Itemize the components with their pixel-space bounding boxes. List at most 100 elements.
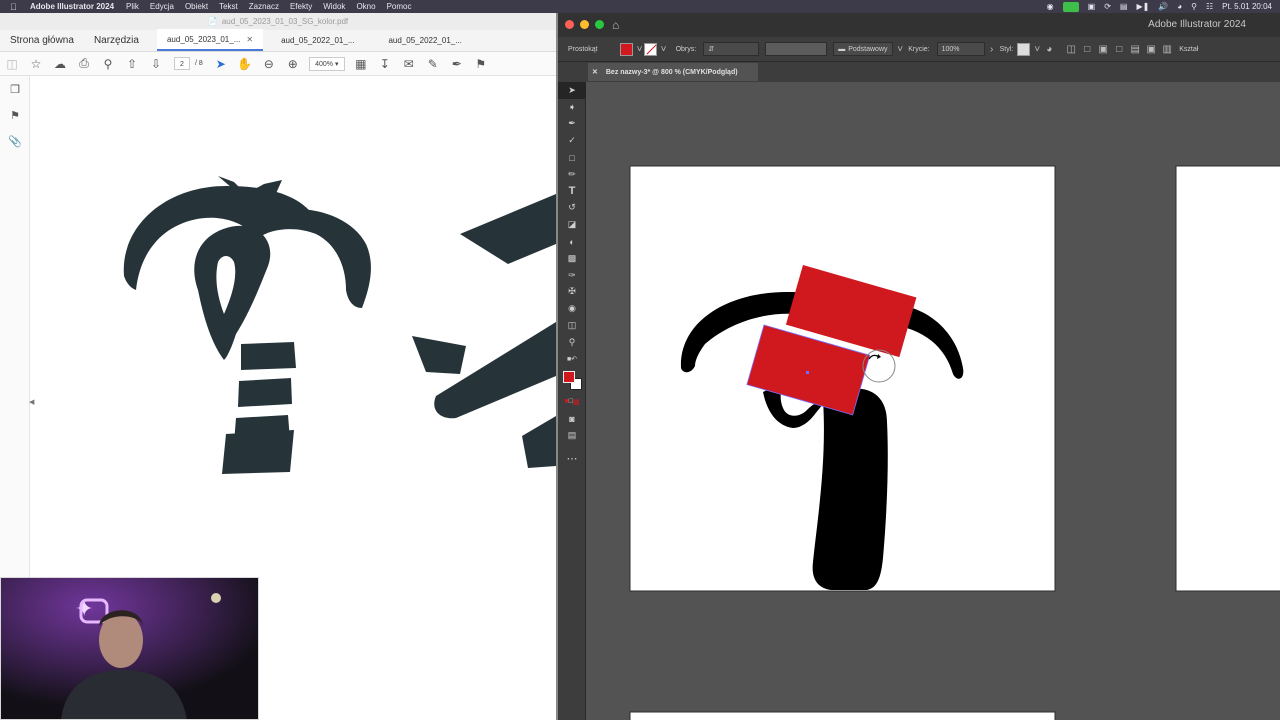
align-bottom-icon[interactable]: ▥ xyxy=(1159,44,1175,55)
curvature-tool-icon[interactable]: ✓ xyxy=(558,132,586,149)
tab-home[interactable]: Strona główna xyxy=(0,29,84,51)
graphic-style-swatch[interactable] xyxy=(1017,42,1031,56)
chevron-down-icon[interactable]: ˅ xyxy=(636,44,644,55)
menu-file[interactable]: Plik xyxy=(126,2,139,11)
comment-icon[interactable]: ✉ xyxy=(397,52,421,76)
gradient-tool-icon[interactable]: ▩ xyxy=(558,250,586,267)
close-document-icon[interactable]: ✕ xyxy=(592,68,598,76)
opacity-field[interactable]: 100% xyxy=(936,42,985,56)
blend-tool-icon[interactable]: ✠ xyxy=(558,284,586,301)
eraser-tool-icon[interactable]: ◪ xyxy=(558,216,586,233)
upload-icon[interactable]: ☁ xyxy=(48,52,72,76)
screen-icon[interactable]: ▣ xyxy=(1088,2,1096,11)
page-number-input[interactable]: 2 xyxy=(174,57,190,70)
align-to-icon[interactable]: ◫ xyxy=(1063,44,1079,55)
shape-label[interactable]: Kształ xyxy=(1179,46,1198,53)
align-left-icon[interactable]: □ xyxy=(1079,44,1095,55)
symbol-sprayer-tool-icon[interactable]: ◉ xyxy=(558,300,586,317)
menu-effect[interactable]: Efekty xyxy=(290,2,312,11)
save-icon[interactable]: ◫ xyxy=(0,52,24,76)
screen-mode-icon[interactable]: ▤ xyxy=(558,427,586,444)
artboard-2[interactable] xyxy=(1175,165,1280,592)
menu-window[interactable]: Okno xyxy=(356,2,375,11)
align-right-icon[interactable]: □ xyxy=(1111,44,1127,55)
menu-type[interactable]: Tekst xyxy=(219,2,238,11)
menu-view[interactable]: Widok xyxy=(323,2,345,11)
stroke-weight-field[interactable]: ⇵ xyxy=(703,42,760,56)
menu-select[interactable]: Zaznacz xyxy=(249,2,279,11)
clock[interactable]: Pt. 5.01 20:04 xyxy=(1222,2,1272,11)
sync-icon[interactable]: ⟳ xyxy=(1104,2,1111,11)
bookmark-icon[interactable]: ⚑ xyxy=(0,102,30,128)
apple-icon[interactable]:  xyxy=(10,2,24,12)
display-icon[interactable]: ▤ xyxy=(1120,2,1128,11)
scroll-mode-icon[interactable]: ↧ xyxy=(373,52,397,76)
close-window-icon[interactable] xyxy=(565,20,574,29)
record-icon[interactable]: ◉ xyxy=(1047,2,1054,11)
highlight-pen-icon[interactable]: ✎ xyxy=(421,52,445,76)
chevron-right-icon[interactable]: › xyxy=(988,44,996,55)
shape-builder-tool-icon[interactable]: ◐ xyxy=(558,233,586,250)
document-tab[interactable]: ✕ Bez nazwy-3* @ 800 % (CMYK/Podgląd) xyxy=(588,63,758,81)
zoom-out-icon[interactable]: ⊖ xyxy=(257,52,281,76)
home-icon[interactable]: ⌂ xyxy=(612,18,619,32)
collapse-panel-icon[interactable]: ◀ xyxy=(29,398,34,406)
chevron-down-icon[interactable]: ˅ xyxy=(896,44,904,55)
thumbnails-icon[interactable]: ❐ xyxy=(0,76,30,102)
app-menu[interactable]: Adobe Illustrator 2024 xyxy=(30,2,114,11)
playback-icon[interactable]: ▶❚ xyxy=(1136,2,1149,11)
fit-page-icon[interactable]: ▦ xyxy=(349,52,373,76)
minimize-window-icon[interactable] xyxy=(580,20,589,29)
eyedropper-tool-icon[interactable]: ✑ xyxy=(558,267,586,284)
print-icon[interactable]: ⎙ xyxy=(72,52,96,76)
menu-edit[interactable]: Edycja xyxy=(150,2,174,11)
align-vcenter-icon[interactable]: ▣ xyxy=(1143,44,1159,55)
stroke-swatch[interactable] xyxy=(643,42,657,56)
tab-document-2[interactable]: aud_05_2022_01_... xyxy=(271,29,364,51)
paintbrush-tool-icon[interactable]: ✏ xyxy=(558,166,586,183)
type-tool-icon[interactable]: T xyxy=(558,183,586,200)
attachment-icon[interactable]: 📎 xyxy=(0,128,30,154)
recolor-icon[interactable]: ◕ xyxy=(1041,44,1057,55)
volume-icon[interactable]: 🔊 xyxy=(1158,2,1168,11)
chevron-down-icon[interactable]: ˅ xyxy=(1033,44,1041,55)
control-center-icon[interactable]: ☷ xyxy=(1206,2,1213,11)
artboard-canvas[interactable] xyxy=(587,82,1280,720)
direct-selection-tool-icon[interactable]: ➧ xyxy=(558,99,586,116)
tab-document-3[interactable]: aud_05_2022_01_... xyxy=(378,29,471,51)
swap-colors-icon[interactable]: ■↶ xyxy=(558,351,586,368)
brush-definition-dropdown[interactable]: ▬ Podstawowy xyxy=(833,42,894,56)
variable-width-profile[interactable] xyxy=(765,42,828,56)
selection-tool-icon[interactable]: ➤ xyxy=(558,82,586,99)
fill-color-box[interactable] xyxy=(563,370,575,383)
menu-help[interactable]: Pomoc xyxy=(387,2,412,11)
hand-tool-icon[interactable]: ✋ xyxy=(233,52,257,76)
rectangle-tool-icon[interactable]: □ xyxy=(558,149,586,166)
spotlight-icon[interactable]: ⚲ xyxy=(1191,2,1197,11)
rotate-tool-icon[interactable]: ↺ xyxy=(558,200,586,217)
zoom-dropdown[interactable]: 400% ▾ xyxy=(308,56,345,71)
next-page-icon[interactable]: ⇩ xyxy=(144,52,168,76)
pen-tool-icon[interactable]: ✒ xyxy=(558,116,586,133)
prev-page-icon[interactable]: ⇧ xyxy=(120,52,144,76)
draw-mode-icon[interactable]: ◙ xyxy=(558,410,586,427)
zoom-window-icon[interactable] xyxy=(595,20,604,29)
close-tab-icon[interactable]: ✕ xyxy=(246,35,253,44)
facetime-icon[interactable] xyxy=(1062,1,1079,12)
wifi-icon[interactable]: ◕ xyxy=(1177,2,1182,11)
tab-document-1[interactable]: aud_05_2023_01_... ✕ xyxy=(156,29,264,51)
fill-stroke-widget[interactable] xyxy=(558,368,586,394)
color-mode-icons[interactable]: ■ □ ▩ xyxy=(558,394,586,411)
sign-icon[interactable]: ✒ xyxy=(445,52,469,76)
artboard-tool-icon[interactable]: ◫ xyxy=(558,317,586,334)
search-icon[interactable]: ⚲ xyxy=(96,52,120,76)
select-cursor-icon[interactable]: ➤ xyxy=(209,52,233,76)
tag-icon[interactable]: ⚑ xyxy=(469,52,493,76)
opacity-label[interactable]: Krycie: xyxy=(908,46,929,53)
zoom-in-icon[interactable]: ⊕ xyxy=(281,52,305,76)
tab-tools[interactable]: Narzędzia xyxy=(84,29,149,51)
chevron-down-icon[interactable]: ˅ xyxy=(660,44,668,55)
star-icon[interactable]: ☆ xyxy=(24,52,48,76)
menu-object[interactable]: Obiekt xyxy=(185,2,208,11)
align-hcenter-icon[interactable]: ▣ xyxy=(1095,44,1111,55)
